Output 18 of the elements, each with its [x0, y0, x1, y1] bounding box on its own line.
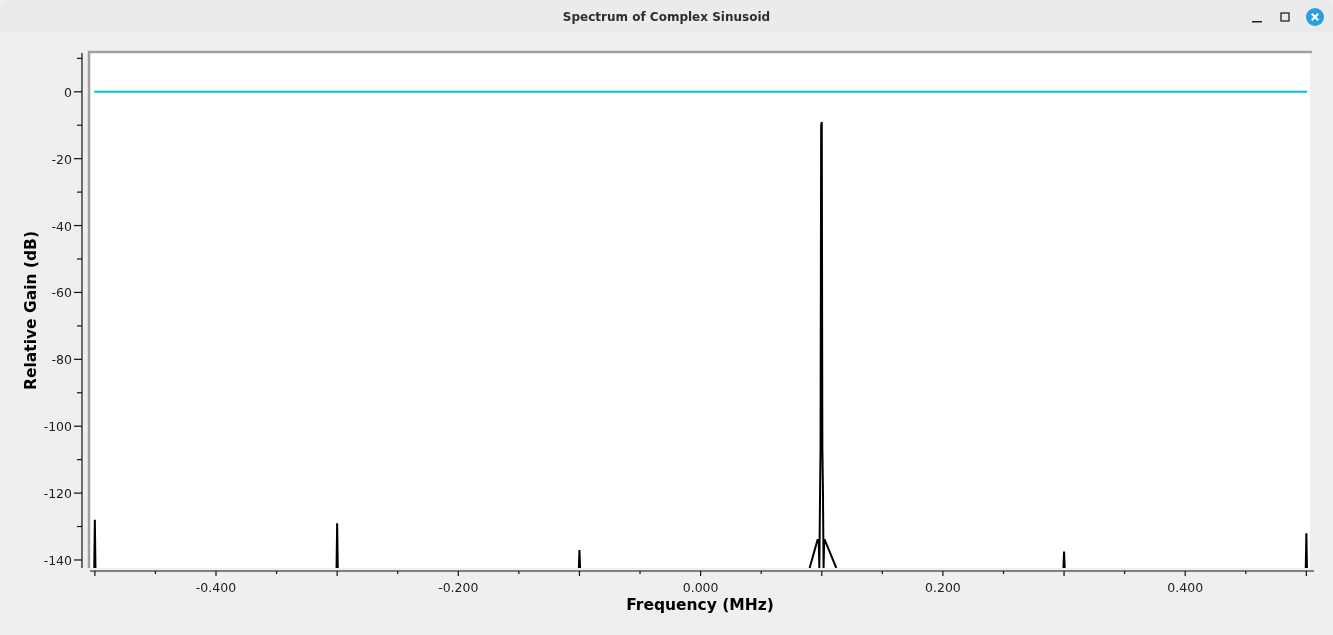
window-title: Spectrum of Complex Sinusoid — [562, 9, 771, 24]
axis-tick-label: -20 — [51, 151, 72, 167]
x-axis-title: Frequency (MHz) — [626, 596, 774, 614]
y-axis-title: Relative Gain (dB) — [22, 231, 40, 390]
axis-tick-label: -120 — [43, 486, 72, 502]
axis-tick-label: -40 — [51, 218, 72, 234]
axis-tick-label: -100 — [43, 419, 72, 435]
axis-tick-label: -80 — [51, 352, 72, 368]
axis-tick-label: 0.400 — [1167, 580, 1204, 595]
maximize-icon[interactable] — [1278, 10, 1292, 24]
axis-tick-label: 0.000 — [682, 580, 719, 595]
axis-tick-label: -0.400 — [195, 580, 237, 595]
axis-tick-label: -0.200 — [438, 580, 479, 595]
close-icon[interactable] — [1306, 8, 1324, 26]
axis-tick-label: -60 — [51, 285, 72, 301]
axis-tick-label: 0 — [64, 84, 72, 100]
axis-tick-label: -140 — [43, 552, 72, 568]
axis-tick-label: 0.200 — [925, 580, 961, 595]
